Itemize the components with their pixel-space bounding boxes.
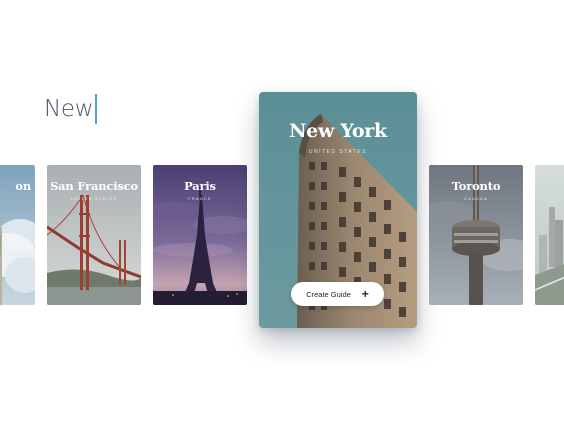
card-subtitle: FRANCE <box>188 196 212 201</box>
city-card-london[interactable]: on <box>0 165 35 305</box>
city-card-new-york[interactable]: New York UNITED STATES Create Guide + <box>259 92 417 328</box>
city-card-paris[interactable]: Paris FRANCE <box>153 165 247 305</box>
card-title: San Francisco <box>50 179 138 193</box>
card-title: New York <box>289 120 387 142</box>
search-query-text: New <box>44 95 94 122</box>
create-guide-button[interactable]: Create Guide + <box>291 282 384 306</box>
search-field[interactable]: New <box>44 92 98 126</box>
card-title: Toronto <box>451 179 501 193</box>
city-card-san-francisco[interactable]: San Francisco UNITED STATES <box>47 165 141 305</box>
text-caret <box>95 94 98 124</box>
card-subtitle: CANADA <box>464 196 488 201</box>
city-card-next[interactable] <box>535 165 564 305</box>
plus-icon: + <box>361 287 369 301</box>
city-card-toronto[interactable]: Toronto CANADA <box>429 165 523 305</box>
city-photo <box>535 165 564 305</box>
card-subtitle: UNITED STATES <box>308 149 368 155</box>
card-title: Paris <box>184 179 216 193</box>
card-subtitle: UNITED STATES <box>70 196 118 201</box>
card-title: on <box>15 179 31 193</box>
create-guide-label: Create Guide <box>306 289 351 299</box>
